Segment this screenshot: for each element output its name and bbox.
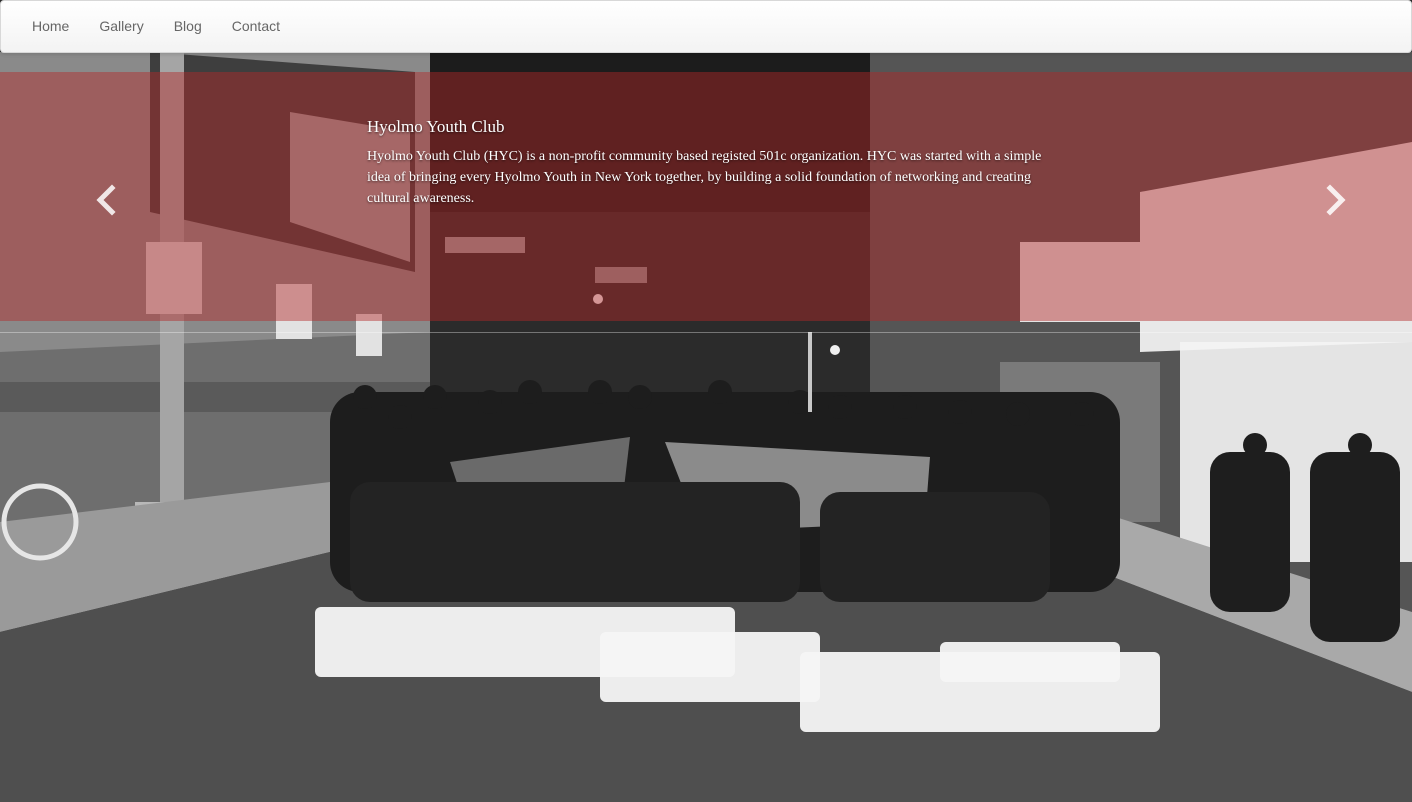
nav-item-home[interactable]: Home	[17, 1, 84, 52]
page: Hyolmo Youth Club Hyolmo Youth Club (HYC…	[0, 0, 1412, 802]
nav-item-gallery[interactable]: Gallery	[84, 1, 158, 52]
carousel-next-button[interactable]	[1320, 182, 1350, 218]
chevron-right-icon	[1326, 184, 1346, 216]
caption-divider	[0, 332, 1412, 333]
nav-item-contact[interactable]: Contact	[217, 1, 295, 52]
caption-title: Hyolmo Youth Club	[367, 117, 505, 136]
chevron-left-icon	[96, 184, 116, 216]
nav-item-blog[interactable]: Blog	[159, 1, 217, 52]
nav-menu: Home Gallery Blog Contact	[1, 1, 1411, 52]
caption-body: Hyolmo Youth Club (HYC) is a non-profit …	[367, 149, 1042, 206]
top-navbar: Home Gallery Blog Contact	[0, 0, 1412, 53]
carousel-prev-button[interactable]	[92, 182, 122, 218]
carousel-caption: Hyolmo Youth Club Hyolmo Youth Club (HYC…	[367, 117, 1057, 209]
